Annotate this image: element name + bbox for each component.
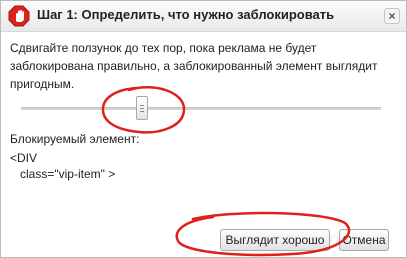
- element-code-line: class="vip-item" >: [20, 167, 116, 181]
- grip-line: [140, 111, 144, 112]
- close-button[interactable]: ×: [384, 8, 400, 24]
- dialog-title: Шаг 1: Определить, что нужно заблокирова…: [37, 7, 335, 22]
- blocked-element-label: Блокируемый элемент:: [10, 132, 140, 146]
- slider-track[interactable]: [21, 107, 381, 110]
- instruction-text: Сдвигайте ползунок до тех пор, пока рекл…: [10, 41, 378, 91]
- element-code-line: <DIV: [10, 151, 38, 165]
- close-icon: ×: [388, 9, 396, 23]
- grip-line: [140, 105, 144, 106]
- stop-hand-icon: [8, 5, 30, 27]
- cancel-button[interactable]: Отмена: [339, 229, 389, 251]
- grip-line: [140, 108, 144, 109]
- looks-good-button[interactable]: Выглядит хорошо: [220, 229, 330, 251]
- slider-handle[interactable]: [136, 96, 148, 120]
- dialog-window: Шаг 1: Определить, что нужно заблокирова…: [0, 0, 407, 258]
- dialog-titlebar: Шаг 1: Определить, что нужно заблокирова…: [1, 1, 406, 32]
